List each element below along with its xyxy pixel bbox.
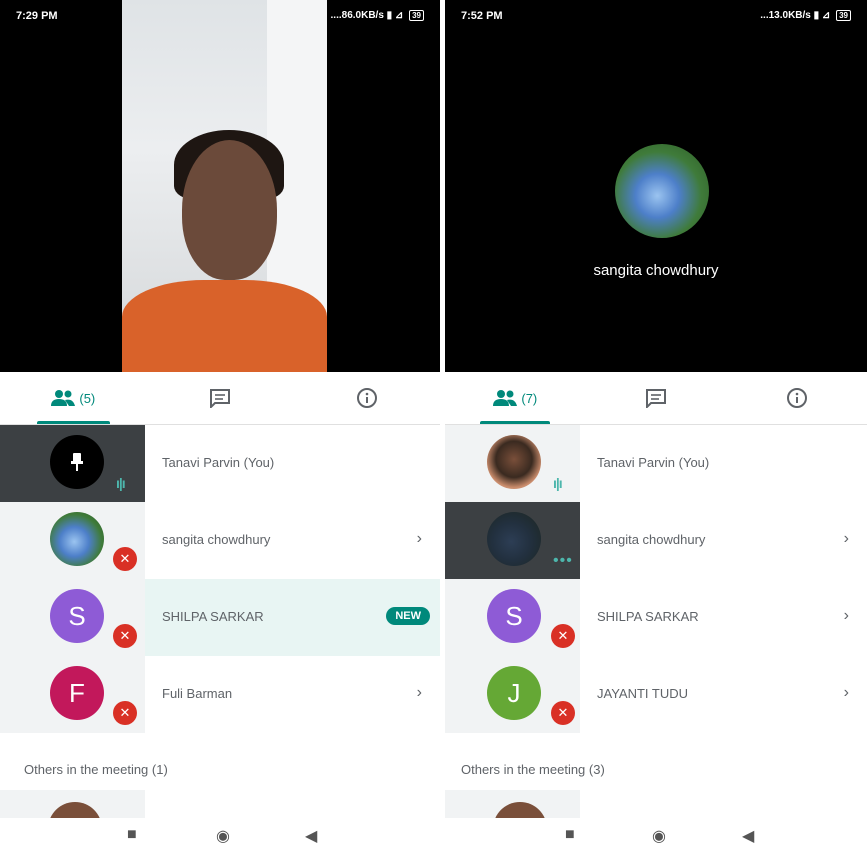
speaking-icon: ı|ı xyxy=(116,475,126,491)
tab-people[interactable]: (7) xyxy=(445,372,586,424)
left-screenshot: 7:29 PM ....86.0KB/s ▮ ⊿ 39 (5) ı|ı Tana… xyxy=(0,0,440,818)
avatar xyxy=(50,512,104,566)
info-icon xyxy=(786,388,807,408)
chevron-right-icon: › xyxy=(416,684,422,701)
participant-name: Tanavi Parvin (You) xyxy=(597,455,710,470)
battery-icon: 39 xyxy=(836,10,851,21)
android-nav-bar: ■ ◉ ◀ ■ ◉ ◀ xyxy=(0,818,867,853)
participant-tile: S ✕ xyxy=(0,579,145,656)
tab-bar: (5) xyxy=(0,372,440,425)
people-count: (7) xyxy=(521,390,538,406)
speaker-name: sangita chowdhury xyxy=(593,262,719,279)
tab-info[interactable] xyxy=(293,372,440,424)
participant-name: SHILPA SARKAR xyxy=(597,609,699,624)
participant-row[interactable]: ı|ı Tanavi Parvin (You) xyxy=(0,425,440,502)
participant-tile: ı|ı xyxy=(445,425,580,502)
battery-icon: 39 xyxy=(409,10,424,21)
speaker-avatar xyxy=(613,142,711,240)
back-triangle-icon[interactable]: ◀ xyxy=(742,826,754,846)
avatar xyxy=(493,802,547,818)
participant-tile: ••• xyxy=(445,502,580,579)
back-triangle-icon[interactable]: ◀ xyxy=(305,826,317,846)
tab-people[interactable]: (5) xyxy=(0,372,147,424)
participant-tile: ı|ı xyxy=(0,425,145,502)
participant-name: SHILPA SARKAR xyxy=(162,609,264,624)
avatar: F xyxy=(50,666,104,720)
speaking-icon: ı|ı xyxy=(553,475,563,491)
participant-name: JAYANTI TUDU xyxy=(597,686,689,701)
tab-info[interactable] xyxy=(726,372,867,424)
participant-list: ı|ı Tanavi Parvin (You) ••• sangita chow… xyxy=(445,425,867,733)
video-area: 7:52 PM ...13.0KB/s ▮ ⊿ 39 sangita chowd… xyxy=(445,0,867,372)
avatar: S xyxy=(50,589,104,643)
status-time: 7:29 PM xyxy=(16,10,58,22)
status-time: 7:52 PM xyxy=(461,10,503,22)
status-network: ....86.0KB/s ▮ ⊿ 39 xyxy=(331,10,424,21)
mic-off-icon: ✕ xyxy=(551,624,575,648)
chevron-right-icon: › xyxy=(843,607,849,624)
chat-icon xyxy=(645,389,666,408)
others-participant-tile[interactable] xyxy=(445,790,580,818)
participant-row[interactable]: ✕ sangita chowdhury › xyxy=(0,502,440,579)
chevron-right-icon: › xyxy=(416,530,422,547)
status-network: ...13.0KB/s ▮ ⊿ 39 xyxy=(760,10,851,21)
status-bar: 7:29 PM ....86.0KB/s ▮ ⊿ 39 xyxy=(16,10,424,28)
participant-row[interactable]: ••• sangita chowdhury › xyxy=(445,502,867,579)
participant-row[interactable]: S ✕ SHILPA SARKAR NEW xyxy=(0,579,440,656)
participant-name: Tanavi Parvin (You) xyxy=(162,455,275,470)
mic-off-icon: ✕ xyxy=(113,624,137,648)
avatar xyxy=(487,435,541,489)
video-area: 7:29 PM ....86.0KB/s ▮ ⊿ 39 xyxy=(0,0,440,372)
home-circle-icon[interactable]: ◉ xyxy=(216,826,230,846)
tab-chat[interactable] xyxy=(586,372,727,424)
participant-name: Fuli Barman xyxy=(162,686,233,701)
people-icon xyxy=(51,390,76,406)
active-tab-indicator xyxy=(480,421,551,424)
participant-list: ı|ı Tanavi Parvin (You) ✕ sangita chowdh… xyxy=(0,425,440,733)
mic-off-icon: ✕ xyxy=(113,547,137,571)
others-section-title: Others in the meeting (3) xyxy=(461,762,605,777)
chevron-right-icon: › xyxy=(843,684,849,701)
info-icon xyxy=(356,388,377,408)
people-count: (5) xyxy=(79,390,96,406)
mic-off-icon: ✕ xyxy=(113,701,137,725)
participant-row[interactable]: J ✕ JAYANTI TUDU › xyxy=(445,656,867,733)
participant-row[interactable]: S ✕ SHILPA SARKAR › xyxy=(445,579,867,656)
new-badge: NEW xyxy=(386,607,430,625)
avatar xyxy=(487,512,541,566)
status-bar: 7:52 PM ...13.0KB/s ▮ ⊿ 39 xyxy=(461,10,851,28)
active-tab-indicator xyxy=(36,421,110,424)
avatar: S xyxy=(487,589,541,643)
participant-tile: F ✕ xyxy=(0,656,145,733)
recents-square-icon[interactable]: ■ xyxy=(565,826,575,844)
mic-off-icon: ✕ xyxy=(551,701,575,725)
participant-tile: J ✕ xyxy=(445,656,580,733)
participant-row[interactable]: F ✕ Fuli Barman › xyxy=(0,656,440,733)
chevron-right-icon: › xyxy=(843,530,849,547)
participant-name: sangita chowdhury xyxy=(162,532,271,547)
home-circle-icon[interactable]: ◉ xyxy=(652,826,666,846)
avatar xyxy=(50,435,104,489)
pin-icon xyxy=(71,453,83,471)
avatar: J xyxy=(487,666,541,720)
participant-tile: S ✕ xyxy=(445,579,580,656)
connecting-dots-icon: ••• xyxy=(553,552,573,569)
camera-feed xyxy=(122,0,327,372)
chat-icon xyxy=(209,389,230,408)
participant-row[interactable]: ı|ı Tanavi Parvin (You) xyxy=(445,425,867,502)
right-screenshot: 7:52 PM ...13.0KB/s ▮ ⊿ 39 sangita chowd… xyxy=(445,0,867,818)
avatar xyxy=(48,802,102,818)
recents-square-icon[interactable]: ■ xyxy=(127,826,137,844)
participant-name: sangita chowdhury xyxy=(597,532,706,547)
others-participant-tile[interactable] xyxy=(0,790,145,818)
tab-chat[interactable] xyxy=(147,372,294,424)
people-icon xyxy=(493,390,518,406)
others-section-title: Others in the meeting (1) xyxy=(24,762,168,777)
participant-tile: ✕ xyxy=(0,502,145,579)
tab-bar: (7) xyxy=(445,372,867,425)
